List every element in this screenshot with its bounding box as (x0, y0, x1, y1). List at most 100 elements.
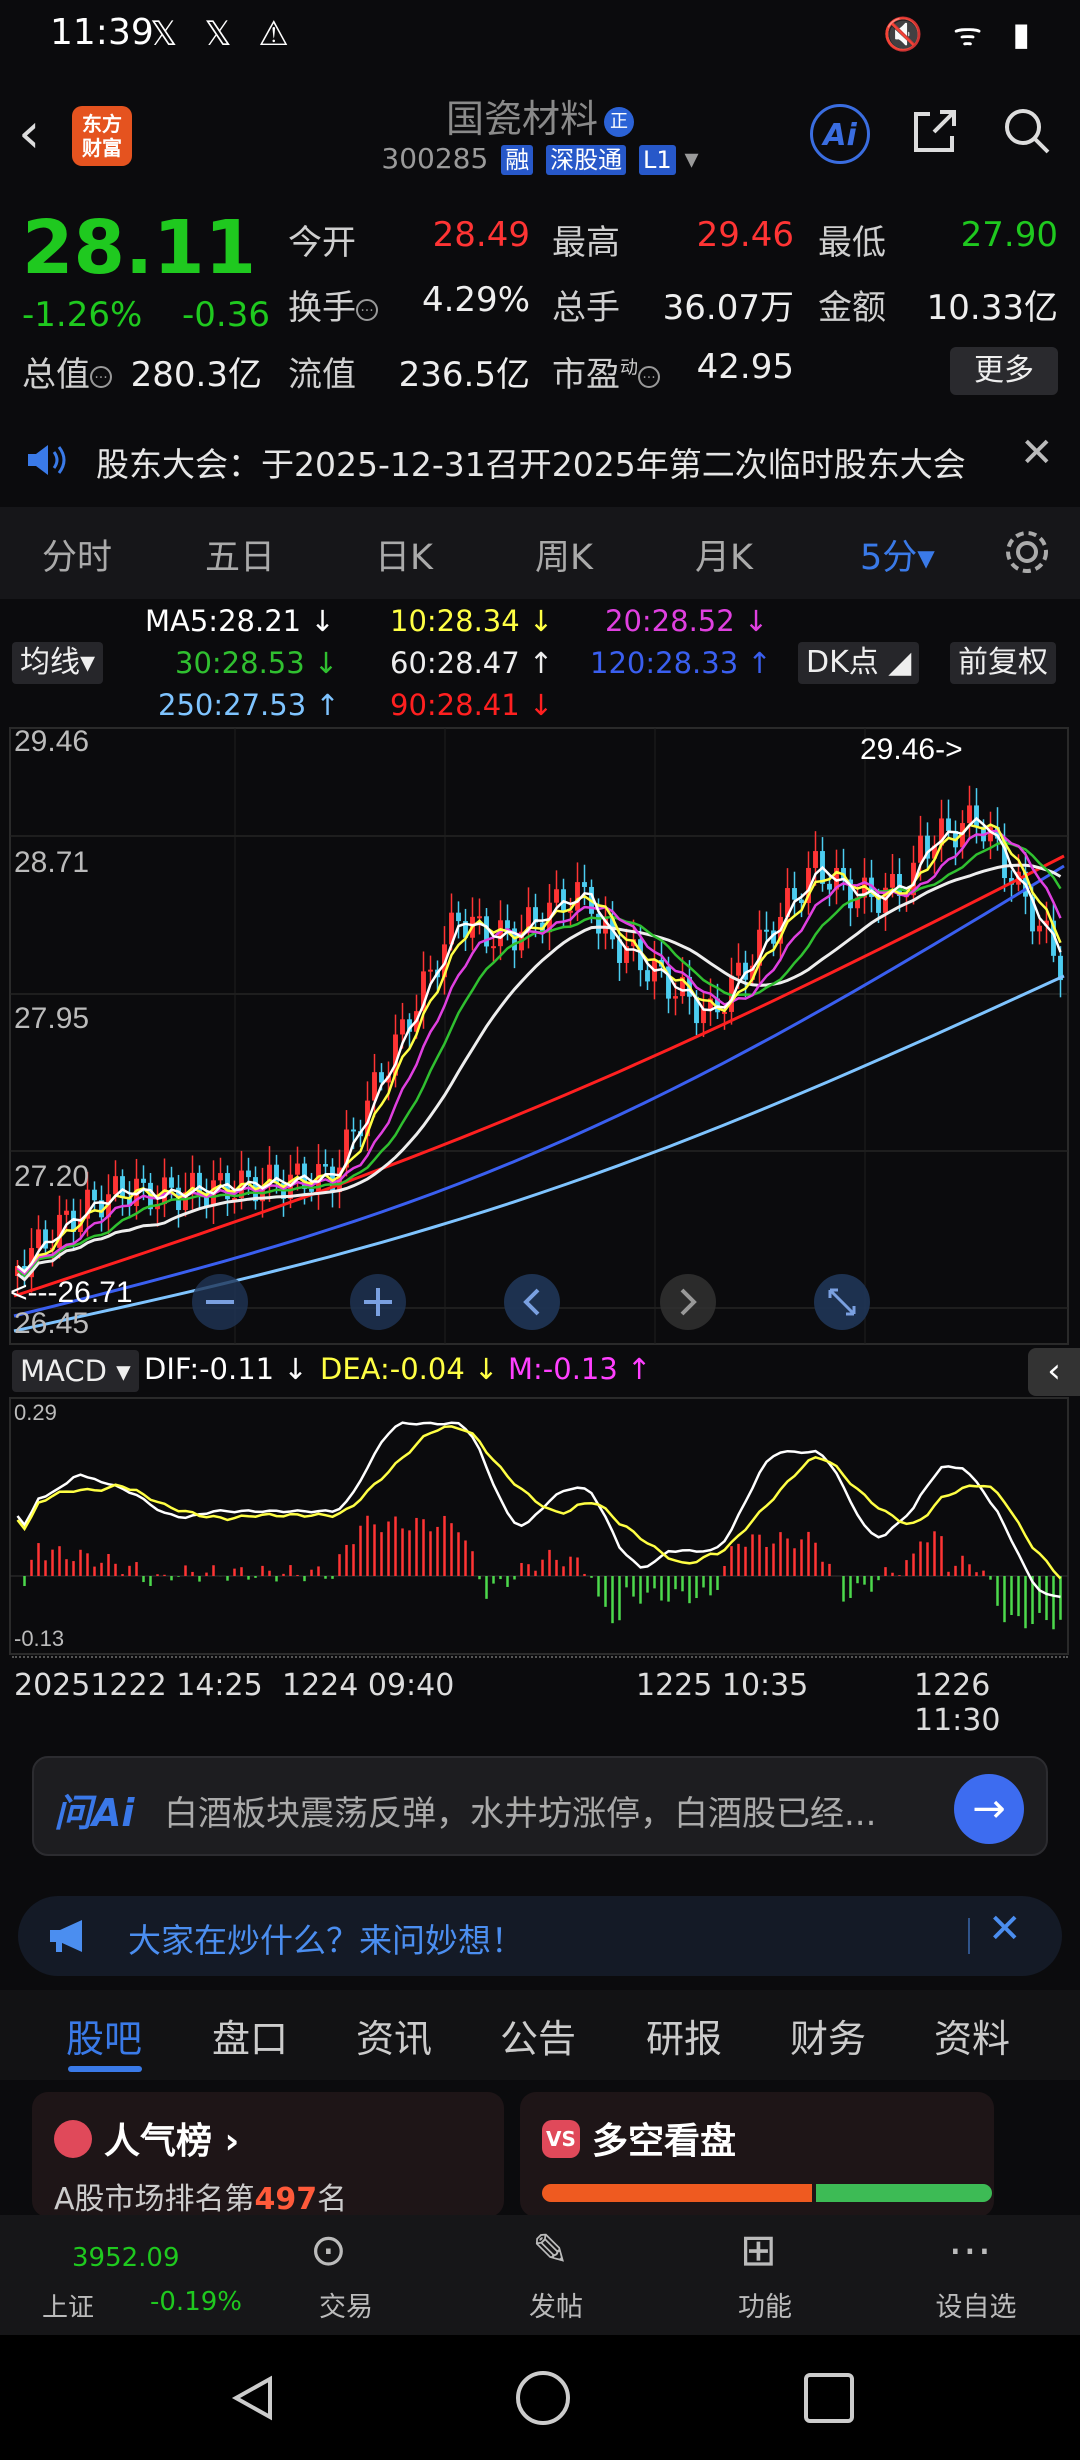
bottom-nav: 3952.09 上证 -0.19% ⊙ 交易 ✎ 发帖 ⊞ 功能 ⋯ 设自选 (0, 2215, 1080, 2335)
kline-chart[interactable]: 29.46 28.71 27.95 27.20 26.45 29.46-> <-… (0, 726, 1080, 1346)
price-tick: 28.71 (14, 846, 89, 879)
info-icon[interactable]: ··· (638, 365, 660, 388)
zoom-in-icon[interactable] (350, 1274, 406, 1330)
status-bar: 11:39 𝕏 𝕏 ⚠ 🔇 ᯤ ▮ (0, 0, 1080, 76)
tab-intraday[interactable]: 分时 (42, 529, 112, 580)
macd-selector[interactable]: MACD ▾ (12, 1350, 139, 1392)
candle-body (596, 913, 601, 934)
pan-right-icon[interactable] (660, 1274, 716, 1330)
ma250-value: 250:27.53 ↑ (158, 688, 340, 722)
apps-icon[interactable]: ⊞ (740, 2225, 777, 2276)
tab-monthly-k[interactable]: 月K (695, 529, 753, 580)
long-bar (542, 2184, 812, 2202)
nav-add-watchlist[interactable]: 设自选 (916, 2285, 1036, 2324)
notice-bar[interactable]: 股东大会：于2025-12-31召开2025年第二次临时股东大会 ✕ (0, 420, 1080, 500)
volume-value: 36.07万 (662, 288, 794, 328)
tab-daily-k[interactable]: 日K (375, 529, 433, 580)
sgt-tag: 深股通 (546, 145, 627, 175)
nav-trade[interactable]: 交易 (286, 2285, 406, 2324)
tab-research[interactable]: 研报 (646, 2008, 722, 2063)
close-icon[interactable]: ✕ (1020, 430, 1054, 476)
home-nav-icon[interactable] (514, 2369, 572, 2427)
ma-selector[interactable]: 均线▾ (12, 642, 104, 684)
float-label: 流值 (288, 355, 356, 395)
tab-weekly-k[interactable]: 周K (535, 529, 593, 580)
tab-finance[interactable]: 财务 (790, 2008, 866, 2063)
tab-news[interactable]: 资讯 (356, 2008, 432, 2063)
tab-5min[interactable]: 5分▾ (860, 529, 935, 580)
time-label: 20251222 14:25 (14, 1668, 263, 1703)
stock-header: ‹ 东方 财富 国瓷材料正 300285 融 深股通 L1 ▾ Ai (0, 80, 1080, 190)
tab-pankou[interactable]: 盘口 (212, 2008, 288, 2063)
candle-body (64, 1210, 69, 1215)
candle-body (120, 1176, 125, 1199)
ask-ai-prompt[interactable]: 白酒板块震荡反弹，水井坊涨停，白酒股已经... (164, 1786, 924, 1835)
status-time: 11:39 (50, 12, 154, 53)
tab-announcements[interactable]: 公告 (500, 2008, 576, 2063)
pan-left-icon[interactable] (504, 1274, 560, 1330)
candle-body (141, 1178, 146, 1183)
quote-panel: 28.11 -1.26% -0.36 今开 28.49 最高 29.46 最低 … (0, 195, 1080, 410)
candle-body (946, 818, 951, 831)
hot-topics-bar[interactable]: 大家在炒什么？来问妙想！ ✕ (18, 1896, 1062, 1976)
back-nav-icon[interactable] (226, 2371, 280, 2425)
high-marker: 29.46-> (860, 733, 963, 766)
dk-point-button[interactable]: DK点 ◢ (798, 642, 920, 684)
system-nav-bar (0, 2335, 1080, 2460)
macd-chart[interactable]: 0.29 -0.13 (0, 1396, 1080, 1656)
pe-label: 市盈动 ··· (552, 347, 660, 396)
time-label: 1224 09:40 (282, 1668, 455, 1703)
info-icon[interactable]: ··· (90, 365, 112, 388)
ai-button[interactable]: Ai (810, 104, 870, 164)
popularity-title: 人气榜 › (104, 2121, 240, 2162)
candle-body (813, 851, 818, 868)
candle-body (400, 1019, 405, 1035)
turnover-label: 换手 ··· (288, 280, 378, 329)
candle-body (113, 1176, 118, 1195)
recents-nav-icon[interactable] (802, 2371, 856, 2425)
low-value: 27.90 (960, 215, 1058, 255)
zoom-out-icon[interactable] (192, 1274, 248, 1330)
fullscreen-icon[interactable] (814, 1274, 870, 1330)
macd-top-tick: 0.29 (14, 1400, 57, 1425)
gear-icon[interactable] (1000, 525, 1054, 579)
candle-body (645, 970, 650, 982)
long-short-title: 多空看盘 (592, 2121, 737, 2162)
adjust-button[interactable]: 前复权 (950, 642, 1056, 684)
price-tick: 29.46 (14, 726, 89, 758)
chart-bar-icon (54, 2120, 92, 2158)
ma5-line (16, 816, 1062, 1274)
tab-profile[interactable]: 资料 (934, 2008, 1010, 2063)
collapse-panel-icon[interactable]: ‹ (1028, 1348, 1080, 1396)
ask-ai-bar[interactable]: 问Ai 白酒板块震荡反弹，水井坊涨停，白酒股已经... → (32, 1756, 1048, 1856)
tab-5day[interactable]: 五日 (205, 529, 275, 580)
trade-icon[interactable]: ⊙ (310, 2225, 347, 2276)
candle-body (428, 969, 433, 972)
post-icon[interactable]: ✎ (532, 2225, 569, 2276)
arrow-right-icon[interactable]: → (954, 1774, 1024, 1844)
price-tick: 27.20 (14, 1160, 89, 1193)
ma-legend: 均线▾ MA5:28.21 ↓ 10:28.34 ↓ 20:28.52 ↓ 30… (0, 600, 1080, 726)
popularity-card[interactable]: 人气榜 › A股市场排名第497名 (32, 2092, 504, 2217)
time-axis-ticks (12, 1656, 1068, 1664)
candle-body (309, 1188, 314, 1192)
more-button[interactable]: 更多 (950, 347, 1058, 395)
candle-body (582, 882, 587, 887)
share-icon[interactable] (908, 104, 962, 158)
nav-post[interactable]: 发帖 (496, 2285, 616, 2324)
long-short-card[interactable]: VS 多空看盘 (520, 2092, 994, 2217)
candle-body (764, 929, 769, 932)
candle-body (246, 1170, 251, 1178)
candle-body (967, 805, 972, 824)
candle-body (505, 920, 510, 929)
candle-body (379, 1072, 384, 1083)
more-icon[interactable]: ⋯ (948, 2225, 992, 2276)
info-icon[interactable]: ··· (356, 298, 378, 321)
candle-body (351, 1129, 356, 1132)
nav-functions[interactable]: 功能 (705, 2285, 825, 2324)
tab-guba[interactable]: 股吧 (66, 2008, 142, 2063)
candle-body (477, 916, 482, 919)
candle-body (799, 899, 804, 904)
search-icon[interactable] (1000, 104, 1054, 158)
close-icon[interactable]: ✕ (988, 1906, 1022, 1952)
